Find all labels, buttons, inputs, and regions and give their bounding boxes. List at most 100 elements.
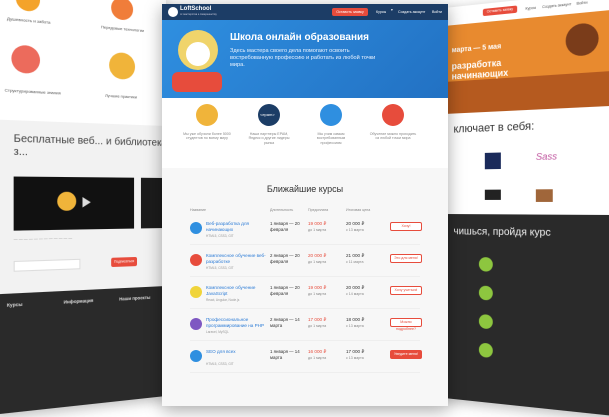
photoshop-icon — [484, 152, 501, 170]
footer-info: Информация — [63, 297, 94, 305]
course-action-button[interactable]: Можно подробнее? — [390, 318, 422, 331]
prepay-price: 16 000 ₽ — [308, 349, 327, 354]
course-name[interactable]: Комплексное обучение JavaScript — [206, 285, 266, 296]
course-dates: 1 января — 20 февраля — [270, 285, 300, 296]
prepay-note: до 1 марта — [308, 356, 327, 360]
col-header: Предоплата — [308, 208, 329, 212]
footer: Курсы Информация Наши проекты — [0, 286, 166, 415]
menu-courses[interactable]: Курсы — [525, 6, 536, 11]
course-name[interactable]: Профессиональное программирование на PHP — [206, 317, 266, 328]
subscribe-button[interactable]: Подписаться — [111, 256, 138, 268]
feature-caption: Обучение можно проходить из любой точки … — [369, 132, 417, 141]
tile-label: Структурированные знания — [4, 87, 61, 96]
course-action-button[interactable]: Уведите меня! — [390, 350, 422, 359]
mascot-face-icon — [186, 42, 210, 66]
puzzle-icon — [11, 44, 41, 75]
play-icon[interactable] — [82, 197, 91, 208]
mascot-body-icon — [172, 72, 222, 92]
course-name[interactable]: Комплексное обучение веб-разработке — [206, 253, 266, 264]
request-button[interactable]: Оставить заявку — [332, 8, 368, 16]
chevron-down-icon[interactable]: ▾ — [391, 8, 393, 12]
globe-icon — [196, 104, 218, 126]
js-icon — [190, 286, 202, 298]
world-icon — [382, 104, 404, 126]
email-input[interactable] — [13, 258, 81, 272]
learn-title: чишься, пройдя курс — [453, 226, 551, 239]
final-note: с 14 марта — [346, 292, 364, 296]
course-action-button[interactable]: Хочу учиться! — [390, 286, 422, 295]
course-dates: 1 января — 20 февраля — [270, 221, 300, 232]
prepay-price: 17 000 ₽ — [308, 317, 327, 322]
table-row: Веб-разработка для начинающих HTML5, CSS… — [190, 216, 422, 245]
feature-caption: Наши партнеры EPAM, Яндекс и другие лиде… — [248, 132, 290, 145]
col-header: Название — [190, 208, 207, 212]
final-price: 17 000 ₽ — [346, 349, 365, 354]
hero-banner: Школа онлайн образования Здесь мастера с… — [162, 20, 448, 98]
features-row: <epam> Мы уже обучили более 5000 студент… — [162, 98, 448, 168]
final-note: с 11 марта — [346, 260, 364, 264]
course-tags: React, Angular, Node.js — [206, 298, 240, 302]
col-header: Длительность — [270, 208, 294, 212]
tile-label: Передовые технологии — [101, 24, 145, 34]
logo-icon[interactable] — [168, 7, 178, 17]
sass-icon: Sass — [535, 151, 558, 163]
final-price: 18 000 ₽ — [346, 317, 365, 322]
right-page-preview: Оставить заявку Курсы Создать аккаунт Во… — [444, 0, 609, 417]
top-header: LoftSchool от мастерства к совершенству … — [162, 4, 448, 20]
course-action-button[interactable]: Это для меня! — [390, 254, 422, 263]
course-tags: HTML5, CSS3, GIT — [206, 266, 234, 270]
terminal-icon — [484, 189, 501, 200]
side-panel — [140, 177, 165, 229]
hero-date: марта — 5 мая — [451, 43, 502, 55]
center-page: LoftSchool от мастерства к совершенству … — [162, 4, 448, 406]
course-icon — [190, 254, 202, 266]
course-dates: 2 января — 14 марта — [270, 317, 300, 328]
course-tags: Laravel, MySQL — [206, 330, 229, 334]
menu-login[interactable]: Войти — [432, 10, 442, 14]
left-page-preview: Душевность и забота Передовые технологии… — [0, 0, 166, 415]
course-action-button[interactable]: Хочу! — [390, 222, 422, 231]
course-icon — [190, 350, 202, 362]
prepay-note: до 1 марта — [308, 228, 327, 232]
js-icon — [478, 257, 493, 272]
cowboy-illustration-icon — [565, 22, 599, 57]
free-webinars-section: Бесплатные веб... и библиотека з... — — … — [0, 119, 166, 295]
learn-section: чишься, пройдя курс — [444, 214, 609, 417]
menu-login[interactable]: Войти — [577, 0, 588, 5]
prepay-price: 19 000 ₽ — [308, 221, 327, 226]
course-dates: 1 января — 14 марта — [270, 349, 300, 360]
table-row: Профессиональное программирование на PHP… — [190, 312, 422, 341]
prepay-note: до 1 марта — [308, 292, 327, 296]
care-icon — [15, 0, 41, 13]
course-name[interactable]: SEO для всех — [206, 349, 266, 355]
request-button[interactable]: Оставить заявку — [482, 5, 518, 17]
prepay-price: 20 000 ₽ — [308, 253, 327, 258]
video-player[interactable] — [13, 176, 135, 231]
tiles-area: Душевность и забота Передовые технологии… — [0, 0, 166, 127]
hero-title: Школа онлайн образования — [230, 32, 370, 43]
menu-create[interactable]: Создать аккаунт — [542, 2, 571, 9]
prepay-note: до 1 марта — [308, 324, 327, 328]
section-title: Бесплатные веб... и библиотека з... — [13, 133, 166, 159]
courses-section: Ближайшие курсы Название Длительность Пр… — [162, 168, 448, 406]
footer-courses: Курсы — [6, 301, 23, 308]
logo-subtitle: от мастерства к совершенству — [180, 13, 217, 16]
right-hero: марта — 5 мая разработка начинающих — [444, 9, 609, 114]
includes-title: ключает в себя: — [453, 120, 535, 136]
briefcase-icon — [535, 189, 553, 202]
skill-icon — [478, 342, 493, 358]
skill-icon — [478, 314, 493, 330]
feature-caption: Мы уже обучили более 5000 студентов по в… — [183, 132, 231, 141]
tile-label: Лучшие практики — [105, 92, 138, 100]
course-name[interactable]: Веб-разработка для начинающих — [206, 221, 266, 232]
includes-section: ключает в себя: Sass — [444, 105, 609, 216]
logo-text[interactable]: LoftSchool — [180, 6, 211, 12]
menu-create[interactable]: Создать аккаунт — [398, 10, 425, 14]
menu-courses[interactable]: Курсы — [376, 10, 386, 14]
final-note: с 13 марта — [346, 356, 364, 360]
epam-label: <epam> — [260, 112, 275, 117]
webinar-text: — — — — — — — — — — — — — [13, 235, 73, 242]
video-thumb-icon — [57, 191, 77, 211]
footer-projects: Наши проекты — [119, 294, 151, 302]
course-dates: 2 января — 20 февраля — [270, 253, 300, 264]
